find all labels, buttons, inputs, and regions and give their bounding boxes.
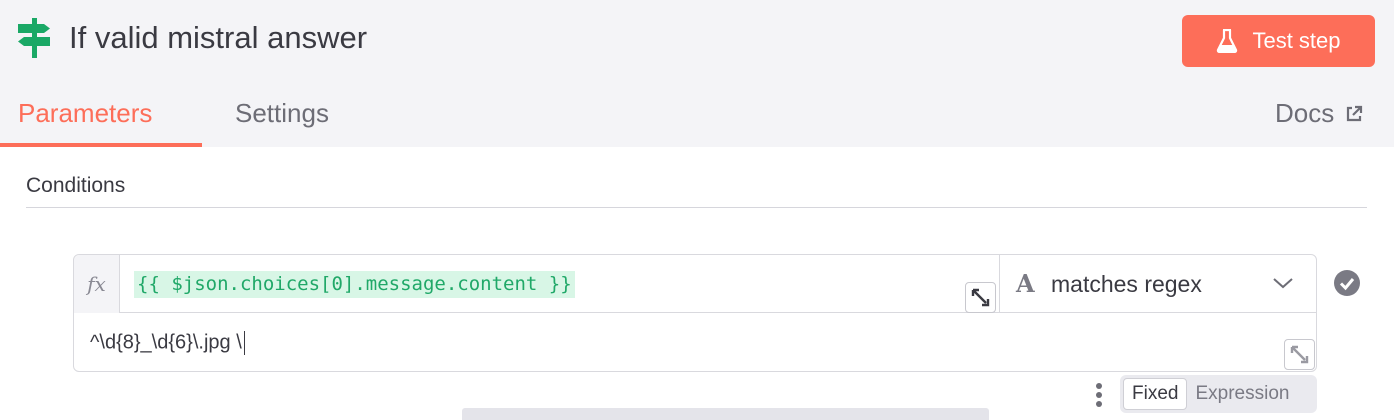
- test-step-button[interactable]: Test step: [1182, 15, 1375, 67]
- tab-parameters[interactable]: Parameters: [18, 98, 152, 129]
- chevron-down-icon: [1273, 278, 1293, 289]
- section-divider: [26, 207, 1367, 208]
- node-header: If valid mistral answer Test step Parame…: [0, 0, 1394, 147]
- text-cursor: [243, 331, 245, 355]
- left-value-expression: {{ $json.choices[0].message.content }}: [134, 271, 575, 298]
- expand-value-button[interactable]: [1284, 339, 1315, 370]
- add-condition-button[interactable]: [462, 408, 989, 420]
- external-link-icon: [1347, 105, 1363, 121]
- docs-label: Docs: [1275, 98, 1335, 128]
- flask-icon: [1217, 29, 1238, 53]
- right-value-text: ^\d{8}_\d{6}\.jpg \: [90, 331, 242, 354]
- tab-settings[interactable]: Settings: [235, 98, 329, 129]
- more-options-icon[interactable]: [1091, 381, 1107, 409]
- signpost-icon: [18, 18, 50, 58]
- docs-link[interactable]: Docs: [1275, 98, 1364, 129]
- expand-icon: [1290, 345, 1309, 364]
- conditions-heading: Conditions: [26, 174, 126, 197]
- mode-expression-option[interactable]: Expression: [1187, 378, 1297, 410]
- node-title[interactable]: If valid mistral answer: [69, 20, 367, 56]
- mode-fixed-option[interactable]: Fixed: [1123, 378, 1188, 410]
- fixed-expression-toggle: Fixed Expression: [1120, 375, 1317, 413]
- active-tab-indicator: [0, 143, 202, 147]
- fx-indicator: fx: [74, 255, 120, 313]
- condition-row: fx {{ $json.choices[0].message.content }…: [73, 254, 1317, 372]
- operator-select[interactable]: A matches regex: [999, 255, 1316, 313]
- expand-expression-button[interactable]: [965, 282, 996, 313]
- check-circle-icon: [1334, 270, 1360, 296]
- expand-icon: [971, 288, 990, 307]
- right-value-input[interactable]: ^\d{8}_\d{6}\.jpg \: [90, 331, 245, 355]
- string-type-icon: A: [1016, 269, 1035, 298]
- test-step-label: Test step: [1252, 28, 1341, 53]
- left-value-input[interactable]: {{ $json.choices[0].message.content }}: [120, 255, 999, 313]
- operator-label: matches regex: [1051, 271, 1202, 297]
